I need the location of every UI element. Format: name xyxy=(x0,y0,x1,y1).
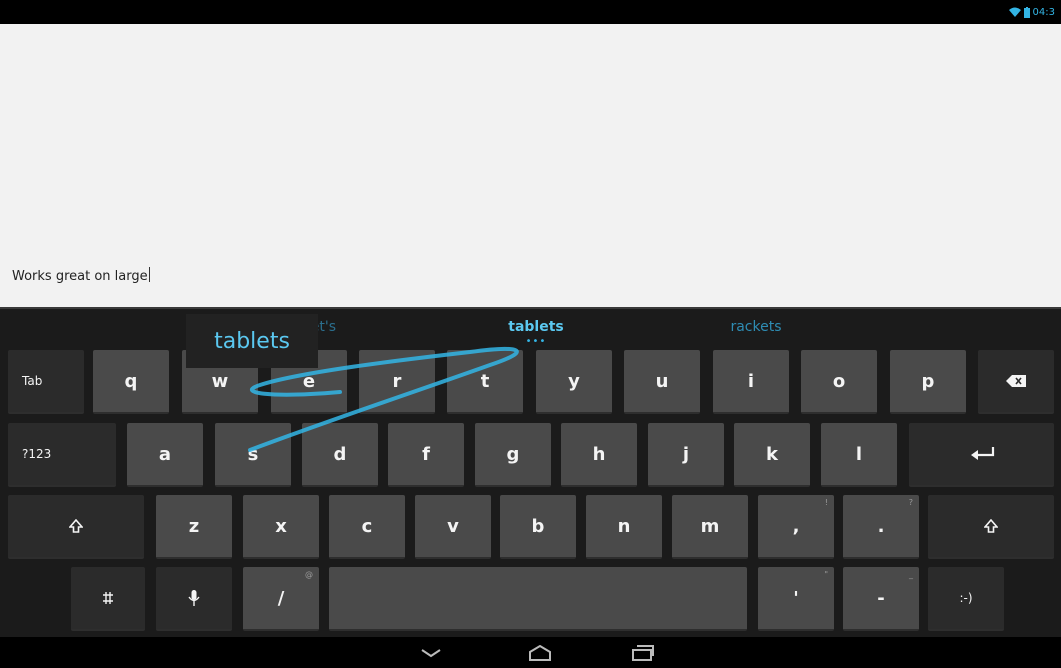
key-b[interactable]: b xyxy=(500,495,576,559)
key-s[interactable]: s xyxy=(215,423,291,487)
back-button[interactable] xyxy=(406,637,456,668)
key-i[interactable]: i xyxy=(713,350,789,414)
text-editor[interactable]: Works great on large xyxy=(0,24,1061,307)
slash-label: / xyxy=(277,587,285,609)
dash-label: - xyxy=(877,587,885,609)
key-c[interactable]: c xyxy=(329,495,405,559)
recent-apps-button[interactable] xyxy=(618,637,668,668)
key-z[interactable]: z xyxy=(156,495,232,559)
key-t[interactable]: t xyxy=(447,350,523,414)
status-bar: 04:3 xyxy=(0,0,1061,24)
back-down-icon xyxy=(421,648,441,657)
more-suggestions-icon[interactable]: ••• xyxy=(526,337,547,347)
period-label: . xyxy=(877,515,885,537)
key-h[interactable]: h xyxy=(561,423,637,487)
backspace-icon xyxy=(1006,375,1026,387)
enter-icon xyxy=(970,447,994,460)
dash-hint: _ xyxy=(909,570,913,579)
comma-hint: ! xyxy=(824,498,828,507)
navigation-bar xyxy=(0,637,1061,668)
suggestion-strip: tablet's tablets rackets ••• xyxy=(0,309,1061,347)
apostrophe-hint: " xyxy=(824,570,828,579)
key-apostrophe[interactable]: ' " xyxy=(758,567,834,631)
text-caret xyxy=(148,267,150,282)
editor-text: Works great on large xyxy=(12,269,148,284)
shift-icon xyxy=(984,519,998,533)
key-a[interactable]: a xyxy=(127,423,203,487)
apostrophe-label: ' xyxy=(793,587,799,609)
settings-key[interactable] xyxy=(71,567,145,631)
key-k[interactable]: k xyxy=(734,423,810,487)
key-r[interactable]: r xyxy=(359,350,435,414)
key-period[interactable]: . ? xyxy=(843,495,919,559)
shift-icon xyxy=(69,519,83,533)
period-hint: ? xyxy=(908,498,913,507)
key-y[interactable]: y xyxy=(536,350,612,414)
key-v[interactable]: v xyxy=(415,495,491,559)
smiley-label: :-) xyxy=(959,591,973,605)
key-p[interactable]: p xyxy=(890,350,966,414)
gesture-preview: tablets xyxy=(186,314,318,368)
home-button[interactable] xyxy=(515,637,565,668)
suggestion-2[interactable]: tablets xyxy=(508,319,563,335)
microphone-icon xyxy=(188,590,200,606)
battery-icon xyxy=(1023,6,1030,18)
wifi-icon xyxy=(1008,7,1021,17)
key-g[interactable]: g xyxy=(475,423,551,487)
recent-apps-icon xyxy=(632,644,654,661)
settings-icon xyxy=(103,592,113,604)
key-q[interactable]: q xyxy=(93,350,169,414)
space-bar[interactable] xyxy=(329,567,747,631)
voice-input-key[interactable] xyxy=(156,567,232,631)
key-j[interactable]: j xyxy=(648,423,724,487)
key-slash[interactable]: / @ xyxy=(243,567,319,631)
status-icons: 04:3 xyxy=(1008,4,1055,20)
key-x[interactable]: x xyxy=(243,495,319,559)
smiley-key[interactable]: :-) xyxy=(928,567,1004,631)
shift-key-right[interactable] xyxy=(928,495,1054,559)
symbols-key[interactable]: ?123 xyxy=(8,423,116,487)
suggestion-3[interactable]: rackets xyxy=(730,319,781,335)
key-m[interactable]: m xyxy=(672,495,748,559)
key-o[interactable]: o xyxy=(801,350,877,414)
slash-hint: @ xyxy=(305,570,313,579)
shift-key-left[interactable] xyxy=(8,495,144,559)
key-n[interactable]: n xyxy=(586,495,662,559)
tab-key[interactable]: Tab xyxy=(8,350,84,414)
key-comma[interactable]: , ! xyxy=(758,495,834,559)
key-l[interactable]: l xyxy=(821,423,897,487)
key-u[interactable]: u xyxy=(624,350,700,414)
key-d[interactable]: d xyxy=(302,423,378,487)
home-icon xyxy=(529,644,551,661)
enter-key[interactable] xyxy=(909,423,1054,487)
clock: 04:3 xyxy=(1032,6,1055,18)
text-line: Works great on large xyxy=(12,267,150,284)
comma-label: , xyxy=(792,515,800,537)
key-dash[interactable]: - _ xyxy=(843,567,919,631)
delete-key[interactable] xyxy=(978,350,1054,414)
key-f[interactable]: f xyxy=(388,423,464,487)
